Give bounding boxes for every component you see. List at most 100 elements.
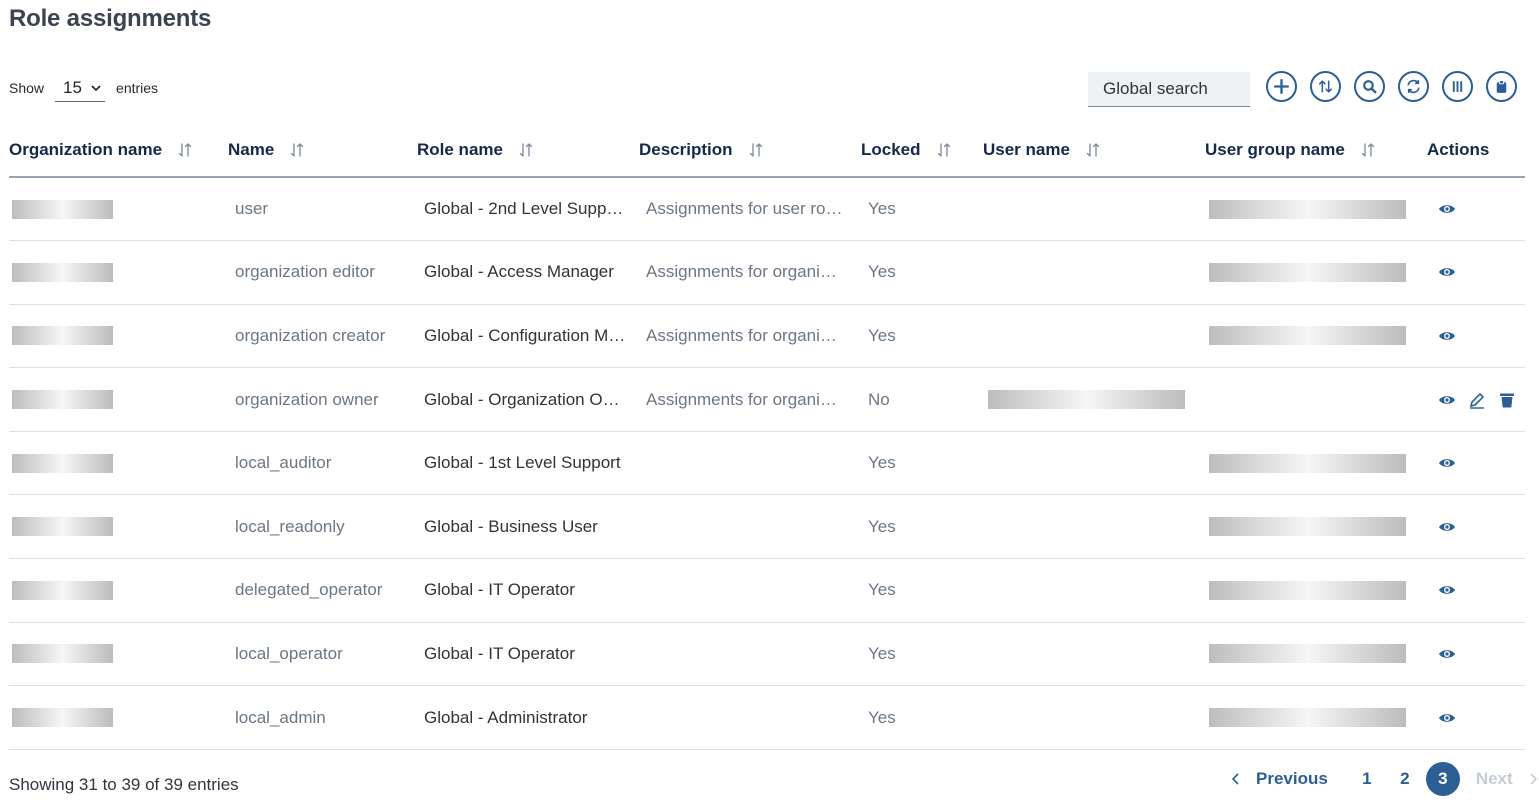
cell-locked: Yes — [861, 558, 983, 623]
export-button[interactable] — [1486, 71, 1517, 102]
chevron-right-icon — [1530, 773, 1537, 785]
search-button[interactable] — [1354, 71, 1385, 102]
refresh-button[interactable] — [1398, 71, 1429, 102]
eye-icon — [1439, 395, 1455, 404]
view-action-button[interactable] — [1437, 517, 1457, 537]
cell-role-name: Global - Organization O… — [417, 367, 639, 432]
add-button[interactable] — [1266, 71, 1297, 102]
eye-icon — [1439, 332, 1455, 340]
cell-actions — [1427, 494, 1525, 560]
table-info: Showing 31 to 39 of 39 entries — [9, 775, 239, 794]
cell-name: local_admin — [228, 685, 417, 750]
column-header-user-name[interactable]: User name — [983, 124, 1205, 178]
eye-icon — [1439, 523, 1455, 531]
cell-actions — [1427, 685, 1525, 750]
table-row: local_operator Global - IT Operator Yes — [9, 622, 1525, 687]
page-1-button[interactable]: 1 — [1350, 762, 1384, 796]
cell-description — [639, 685, 861, 750]
view-action-button[interactable] — [1437, 326, 1457, 346]
view-action-button[interactable] — [1437, 580, 1457, 600]
cell-locked: Yes — [861, 685, 983, 750]
table-row: user Global - 2nd Level Supp… Assignments … — [9, 177, 1525, 242]
entries-label: entries — [116, 80, 159, 96]
entries-length-control: Show 15 entries — [9, 74, 158, 102]
cell-actions — [1427, 240, 1525, 305]
edit-action-button[interactable] — [1467, 390, 1487, 410]
cell-user-group-name — [1205, 558, 1427, 623]
cell-locked: Yes — [861, 622, 983, 687]
view-action-button[interactable] — [1437, 644, 1457, 664]
entries-per-page-select[interactable]: 15 — [55, 74, 106, 102]
cell-user-group-name — [1205, 304, 1427, 369]
cell-description — [639, 622, 861, 687]
cell-role-name: Global - Administrator — [417, 685, 639, 750]
next-page-button[interactable]: Next — [1476, 769, 1539, 789]
column-header-role-name[interactable]: Role name — [417, 124, 639, 178]
cell-user-group-name — [1205, 622, 1427, 687]
column-header-organization-name[interactable]: Organization name — [9, 124, 228, 178]
redacted-organization-name — [12, 262, 113, 282]
cell-name: user — [228, 177, 417, 242]
view-action-button[interactable] — [1437, 199, 1457, 219]
view-action-button[interactable] — [1437, 453, 1457, 473]
global-search-input[interactable]: Global search — [1088, 72, 1250, 107]
cell-actions — [1427, 367, 1525, 432]
column-header-user-group-name[interactable]: User group name — [1205, 124, 1427, 178]
cell-role-name: Global - IT Operator — [417, 558, 639, 623]
cell-name: delegated_operator — [228, 558, 417, 623]
column-header-description[interactable]: Description — [639, 124, 861, 178]
cell-role-name: Global - Configuration M… — [417, 304, 639, 369]
table-row: local_admin Global - Administrator Yes — [9, 685, 1525, 750]
cell-user-name — [983, 431, 1205, 496]
previous-page-button[interactable]: Previous — [1229, 769, 1328, 789]
cell-user-name — [983, 304, 1205, 369]
cell-name: organization owner — [228, 367, 417, 432]
redacted-user-group-name — [1209, 262, 1406, 282]
view-action-button[interactable] — [1437, 390, 1457, 410]
redacted-user-group-name — [1209, 453, 1406, 473]
cell-organization-name — [9, 240, 228, 305]
eye-icon — [1439, 650, 1455, 658]
cell-actions — [1427, 622, 1525, 687]
eye-icon — [1439, 586, 1455, 595]
sort-button[interactable] — [1310, 71, 1341, 102]
sort-arrows-icon — [1361, 143, 1374, 157]
pencil-icon — [1469, 392, 1485, 409]
redacted-user-group-name — [1209, 644, 1406, 664]
refresh-icon — [1407, 79, 1420, 94]
columns-button[interactable] — [1442, 71, 1473, 102]
column-header-label: Description — [639, 140, 733, 159]
cell-description: Assignments for organi… — [639, 304, 861, 369]
sort-arrows-icon — [291, 143, 304, 157]
redacted-user-group-name — [1209, 199, 1406, 219]
cell-description: Assignments for organi… — [639, 367, 861, 432]
sort-arrows-icon — [937, 143, 950, 157]
page-3-button[interactable]: 3 — [1425, 762, 1460, 796]
cell-locked: Yes — [861, 240, 983, 305]
cell-locked: Yes — [861, 304, 983, 369]
column-header-label: Role name — [417, 140, 503, 159]
column-header-locked[interactable]: Locked — [861, 124, 983, 178]
column-header-name[interactable]: Name — [228, 124, 417, 178]
cell-name: organization editor — [228, 240, 417, 305]
redacted-organization-name — [12, 708, 113, 728]
columns-icon — [1452, 81, 1463, 92]
column-header-label: User group name — [1205, 140, 1345, 159]
redacted-organization-name — [12, 580, 113, 600]
eye-icon — [1439, 459, 1455, 467]
table-row: organization creator Global - Configurati… — [9, 304, 1525, 369]
view-action-button[interactable] — [1437, 708, 1457, 728]
delete-action-button[interactable] — [1497, 390, 1517, 410]
redacted-organization-name — [12, 517, 113, 537]
cell-role-name: Global - 2nd Level Supp… — [417, 177, 639, 242]
cell-name: organization creator — [228, 304, 417, 369]
view-action-button[interactable] — [1437, 262, 1457, 282]
eye-icon — [1439, 205, 1455, 213]
global-search-placeholder: Global search — [1103, 79, 1208, 98]
page-2-button[interactable]: 2 — [1388, 762, 1422, 796]
plus-icon — [1273, 78, 1290, 95]
cell-organization-name — [9, 685, 228, 750]
sort-icon — [1318, 80, 1333, 93]
redacted-organization-name — [12, 199, 113, 219]
cell-user-group-name — [1205, 494, 1427, 560]
